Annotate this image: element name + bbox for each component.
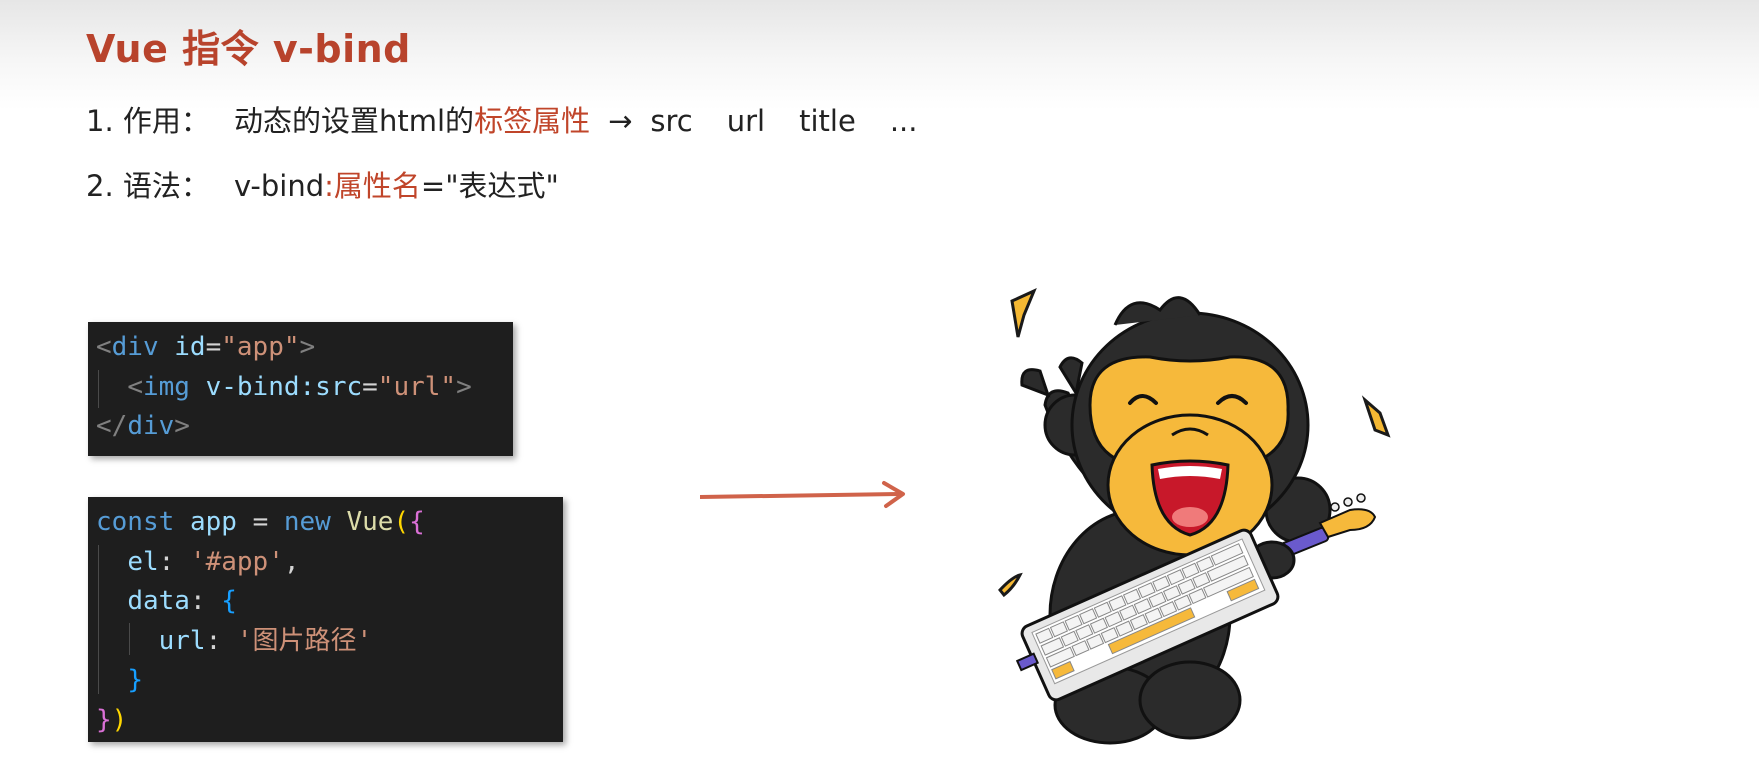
code-line: url: '图片路径' [158, 625, 373, 656]
code-line: <img v-bind:src="url"> [127, 371, 472, 402]
purpose-highlight: 标签属性 [474, 104, 591, 138]
term-title: title [799, 104, 856, 138]
term-url: url [726, 104, 766, 138]
slide-title: Vue 指令 v-bind [86, 27, 411, 71]
purpose-text: 动态的设置html的 [234, 104, 475, 138]
term-ellipsis: ... [889, 104, 918, 138]
purpose-label: 1. 作用： [86, 104, 210, 138]
syntax-highlight: :属性名 [324, 169, 421, 203]
purpose-line: 1. 作用： 动态的设置html的标签属性 → src url title... [86, 98, 917, 140]
right-arrow-icon: → [608, 104, 633, 138]
code-line: const app = new Vue({ [96, 507, 425, 537]
code-line: } [127, 665, 143, 695]
html-code-block: <div id="app"> <img v-bind:src="url"> </… [88, 322, 513, 456]
code-line: el: '#app', [127, 546, 300, 577]
code-line: data: { [127, 586, 237, 616]
code-line: <div id="app"> [96, 332, 316, 362]
code-line: </div> [96, 411, 190, 441]
syntax-suffix: ="表达式" [420, 169, 559, 203]
syntax-line: 2. 语法： v-bind:属性名="表达式" [86, 163, 559, 205]
js-code-block: const app = new Vue({ el: '#app', data: … [88, 497, 563, 742]
syntax-label: 2. 语法： [86, 169, 210, 203]
monkey-mascot-icon [998, 288, 1391, 745]
syntax-prefix: v-bind [234, 169, 325, 203]
right-arrow-icon [700, 481, 905, 508]
term-src: src [650, 104, 693, 138]
code-line: }) [96, 704, 128, 735]
